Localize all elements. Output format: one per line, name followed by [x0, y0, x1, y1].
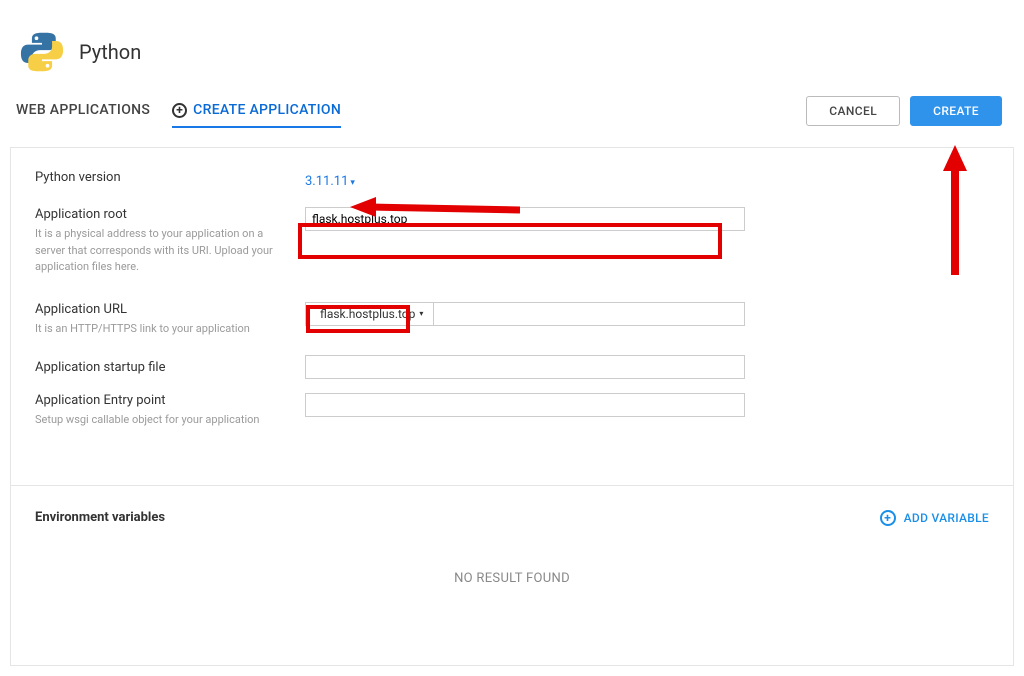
app-root-input[interactable]	[305, 207, 745, 231]
add-variable-button[interactable]: + ADD VARIABLE	[880, 510, 989, 526]
tab-create-application[interactable]: + CREATE APPLICATION	[172, 94, 341, 128]
app-url-group: flask.hostplus.top ▾	[305, 302, 745, 326]
help-entry-point: Setup wsgi callable object for your appl…	[35, 412, 275, 429]
page-root: Python WEB APPLICATIONS + CREATE APPLICA…	[10, 20, 1014, 666]
label-app-url: Application URL	[35, 302, 295, 317]
caret-down-icon: ▾	[350, 178, 355, 188]
create-button[interactable]: CREATE	[910, 96, 1002, 126]
app-url-path-input[interactable]	[434, 302, 745, 326]
app-url-domain-value: flask.hostplus.top	[320, 307, 415, 321]
cancel-button[interactable]: CANCEL	[806, 96, 900, 126]
action-buttons: CANCEL CREATE	[806, 96, 1014, 126]
app-url-domain-dropdown[interactable]: flask.hostplus.top ▾	[305, 302, 434, 326]
tab-create-application-label: CREATE APPLICATION	[193, 102, 341, 118]
label-app-root: Application root	[35, 207, 295, 222]
add-variable-label: ADD VARIABLE	[904, 511, 989, 525]
env-header: Environment variables + ADD VARIABLE	[35, 510, 989, 526]
python-logo-icon	[20, 30, 64, 74]
env-section: Environment variables + ADD VARIABLE NO …	[11, 486, 1013, 665]
row-app-url: Application URL It is an HTTP/HTTPS link…	[35, 302, 989, 338]
page-title: Python	[79, 40, 141, 64]
help-app-root: It is a physical address to your applica…	[35, 226, 275, 276]
python-version-dropdown[interactable]: 3.11.11▾	[305, 174, 355, 189]
label-entry-point: Application Entry point	[35, 393, 295, 408]
tab-web-applications[interactable]: WEB APPLICATIONS	[16, 94, 150, 128]
row-app-root: Application root It is a physical addres…	[35, 207, 989, 276]
env-empty-state: NO RESULT FOUND	[35, 526, 989, 641]
label-startup-file: Application startup file	[35, 360, 295, 375]
tabs-row: WEB APPLICATIONS + CREATE APPLICATION CA…	[10, 94, 1014, 129]
caret-down-icon: ▾	[419, 309, 423, 318]
tabs: WEB APPLICATIONS + CREATE APPLICATION	[10, 94, 341, 128]
help-app-url: It is an HTTP/HTTPS link to your applica…	[35, 321, 275, 338]
env-title: Environment variables	[35, 510, 165, 525]
row-startup-file: Application startup file	[35, 355, 989, 379]
plus-circle-icon: +	[172, 103, 187, 118]
form-body: Python version 3.11.11▾ Application root…	[11, 148, 1013, 467]
form-card: Python version 3.11.11▾ Application root…	[10, 147, 1014, 666]
plus-circle-icon: +	[880, 510, 896, 526]
row-python-version: Python version 3.11.11▾	[35, 170, 989, 189]
page-header: Python	[10, 20, 1014, 84]
python-version-value: 3.11.11	[305, 174, 348, 189]
entry-point-input[interactable]	[305, 393, 745, 417]
startup-file-input[interactable]	[305, 355, 745, 379]
label-python-version: Python version	[35, 170, 295, 185]
row-entry-point: Application Entry point Setup wsgi calla…	[35, 393, 989, 429]
